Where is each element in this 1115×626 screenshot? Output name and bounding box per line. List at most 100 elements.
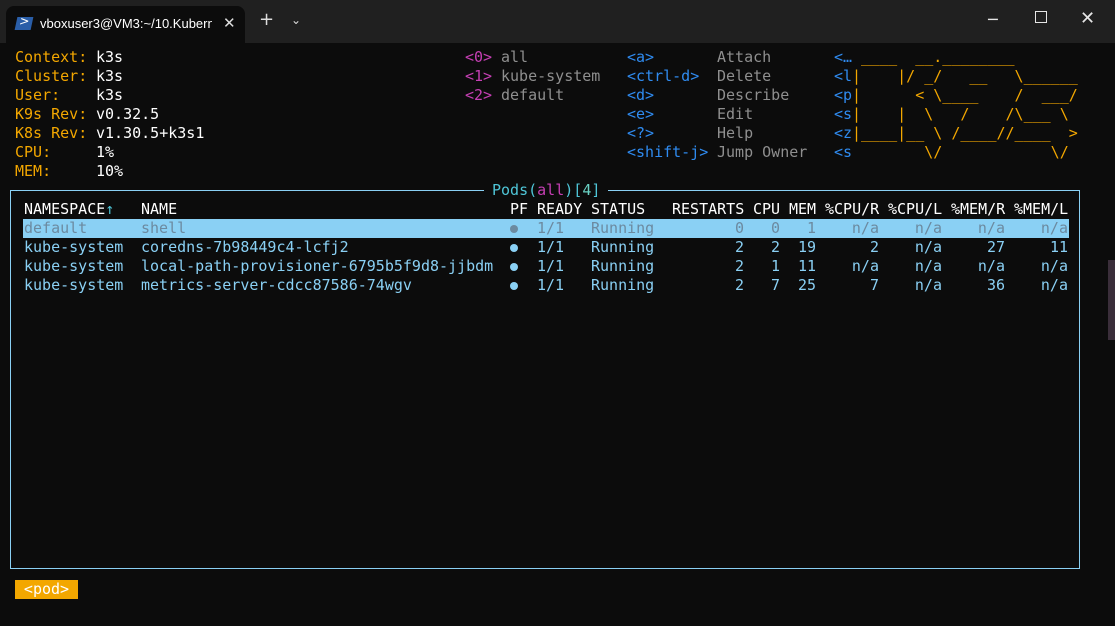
shortcut-key[interactable]: <?>: [627, 124, 654, 143]
cell-status: Running: [591, 219, 655, 237]
logo-line: ____ __.________: [852, 48, 1078, 66]
cell-mem-r: 27: [986, 238, 1005, 256]
col-pf[interactable]: PF: [510, 200, 528, 219]
shortcut-key[interactable]: <d>: [627, 86, 654, 105]
col-mem-r[interactable]: %MEM/R: [951, 200, 1005, 219]
new-tab-button[interactable]: +: [259, 11, 274, 29]
cell-name: coredns-7b98449c4-lcfj2: [141, 238, 349, 256]
cell-name: metrics-server-cdcc87586-74wgv: [141, 276, 412, 294]
table-row[interactable]: kube-system metrics-server-cdcc87586-74w…: [23, 276, 1069, 295]
col-namespace-label: NAMESPACE: [24, 200, 106, 218]
shortcut-action: Delete: [717, 67, 772, 85]
powershell-icon: >: [14, 14, 34, 30]
cell-cpu-r: 7: [869, 276, 879, 294]
logo-key: <p: [834, 86, 853, 104]
col-ready[interactable]: READY: [537, 200, 582, 219]
cell-namespace: kube-system: [24, 257, 124, 275]
cell-cpu: 2: [770, 238, 780, 256]
cell-restarts: 2: [734, 238, 744, 256]
cell-restarts: 2: [734, 276, 744, 294]
terminal-tab[interactable]: > vboxuser3@VM3:~/10.Kuberne ✕: [6, 6, 245, 43]
tab-close-icon[interactable]: ✕: [223, 14, 236, 32]
namespace-key[interactable]: <2>: [465, 86, 492, 105]
cell-mem-r: n/a: [977, 257, 1005, 275]
namespace-key[interactable]: <1>: [465, 67, 492, 86]
info-label: Context:: [15, 48, 88, 66]
title-namespace: all: [537, 181, 565, 199]
cell-cpu-r: n/a: [851, 257, 879, 275]
namespace-name: kube-system: [501, 67, 601, 85]
namespace-name: default: [501, 86, 565, 104]
cell-name: shell: [141, 219, 187, 237]
status-dot-icon: [510, 219, 518, 238]
shortcut-key[interactable]: <shift-j>: [627, 143, 708, 162]
cell-status: Running: [591, 257, 655, 275]
col-restarts[interactable]: RESTARTS: [672, 200, 744, 219]
table-row[interactable]: kube-system local-path-provisioner-6795b…: [23, 257, 1069, 276]
breadcrumb[interactable]: <pod>: [15, 580, 78, 599]
logo-line: | < \____ / ___/: [852, 86, 1078, 104]
shortcut-key[interactable]: <a>: [627, 48, 654, 67]
info-label: K9s Rev:: [15, 105, 88, 123]
title-prefix: Pods(: [492, 181, 538, 199]
status-dot-icon: [510, 257, 518, 276]
cell-cpu: 1: [770, 257, 780, 275]
cell-mem-r: n/a: [977, 219, 1005, 237]
logo-line: |____|__ \ /____//____ >: [852, 124, 1078, 142]
minimize-button[interactable]: ─: [988, 10, 998, 29]
namespace-key[interactable]: <0>: [465, 48, 492, 67]
cell-namespace: kube-system: [24, 276, 124, 294]
cell-ready: 1/1: [537, 238, 565, 256]
col-mem[interactable]: MEM: [789, 200, 816, 219]
title-count: 4: [582, 181, 592, 199]
title-suffix: ]: [591, 181, 601, 199]
chevron-down-icon[interactable]: ⌄: [291, 13, 301, 27]
close-window-button[interactable]: ✕: [1080, 8, 1095, 29]
logo-key: <…: [834, 48, 853, 66]
col-namespace[interactable]: NAMESPACE↑: [24, 200, 114, 219]
cell-cpu-r: n/a: [851, 219, 879, 237]
cell-mem-r: 36: [986, 276, 1005, 294]
cell-restarts: 2: [734, 257, 744, 275]
col-status[interactable]: STATUS: [591, 200, 645, 219]
info-value: k3s: [96, 48, 124, 66]
col-cpu[interactable]: CPU: [753, 200, 780, 219]
logo-key: <s: [834, 105, 853, 123]
cell-mem: 11: [797, 257, 816, 275]
info-value: v1.30.5+k3s1: [96, 124, 205, 142]
cell-mem: 25: [797, 276, 816, 294]
status-dot-icon: [510, 238, 518, 257]
logo-line: | |/ _/ __ \______: [852, 67, 1078, 85]
info-label: MEM:: [15, 162, 52, 180]
info-label: User:: [15, 86, 61, 104]
table-row[interactable]: kube-system coredns-7b98449c4-lcfj2 1/1 …: [23, 238, 1069, 257]
sort-arrow-icon: ↑: [105, 200, 115, 218]
logo-line: \/ \/: [852, 143, 1078, 161]
cell-ready: 1/1: [537, 276, 565, 294]
shortcut-key[interactable]: <e>: [627, 105, 654, 124]
cell-cpu-l: n/a: [914, 238, 942, 256]
cell-cpu-r: 2: [869, 238, 879, 256]
cell-cpu: 7: [770, 276, 780, 294]
maximize-button[interactable]: [1035, 11, 1047, 23]
window-edge: [1108, 260, 1115, 340]
shortcut-action: Help: [717, 124, 754, 142]
status-dot-icon: [510, 276, 518, 295]
shortcut-action: Jump Owner: [717, 143, 808, 161]
cell-mem: 1: [806, 219, 816, 237]
cell-name: local-path-provisioner-6795b5f9d8-jjbdm: [141, 257, 494, 275]
logo-key: <l: [834, 67, 853, 85]
col-name[interactable]: NAME: [141, 200, 177, 219]
col-cpu-l[interactable]: %CPU/L: [888, 200, 942, 219]
shortcut-key[interactable]: <ctrl-d>: [627, 67, 699, 86]
cell-restarts: 0: [734, 219, 744, 237]
col-mem-l[interactable]: %MEM/L: [1014, 200, 1068, 219]
cell-cpu-l: n/a: [914, 219, 942, 237]
col-cpu-r[interactable]: %CPU/R: [825, 200, 879, 219]
cell-status: Running: [591, 276, 655, 294]
shortcut-action: Describe: [717, 86, 790, 104]
cell-namespace: kube-system: [24, 238, 124, 256]
info-value: 10%: [96, 162, 124, 180]
logo-line: | | \ / /\___ \: [852, 105, 1078, 123]
table-row[interactable]: default shell 1/1 Running 0 0 1 n/a n/a …: [23, 219, 1069, 238]
